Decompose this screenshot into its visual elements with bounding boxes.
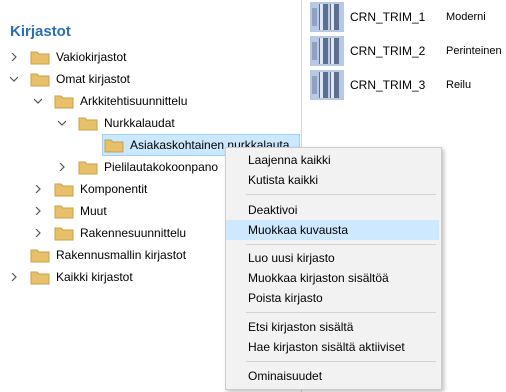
folder-icon [54, 183, 74, 197]
context-menu: Laajenna kaikki Kutista kaikki Deaktivoi… [225, 147, 442, 390]
folder-icon [104, 139, 124, 153]
column-profile-icon [310, 36, 344, 66]
chevron-right-icon[interactable] [8, 46, 20, 68]
menu-item-properties[interactable]: Ominaisuudet [226, 366, 439, 386]
tree-item-label: Komponentit [80, 182, 148, 196]
folder-icon [54, 95, 74, 109]
tree-item-label: Nurkkalaudat [104, 116, 175, 130]
chevron-down-icon[interactable] [8, 68, 20, 90]
menu-item-collapse-all[interactable]: Kutista kaikki [226, 170, 439, 190]
folder-icon [78, 161, 98, 175]
chevron-right-icon[interactable] [56, 156, 68, 178]
column-profile-icon [310, 70, 344, 100]
menu-item-new-library[interactable]: Luo uusi kirjasto [226, 248, 439, 268]
folder-icon [30, 271, 50, 285]
folder-icon [54, 227, 74, 241]
chevron-right-icon[interactable] [32, 200, 44, 222]
menu-item-label: Ominaisuudet [248, 369, 323, 383]
tree-item-nurkkalaudat[interactable]: Nurkkalaudat [56, 112, 298, 134]
chevron-down-icon[interactable] [56, 112, 68, 134]
tree-item-label: Vakiokirjastot [56, 50, 127, 64]
menu-item-label: Deaktivoi [248, 203, 298, 217]
tree-item-label: Kaikki kirjastot [56, 270, 133, 284]
tree-item-arkkitehtisuunnittelu[interactable]: Arkkitehtisuunnittelu [32, 90, 298, 112]
library-item-name: CRN_TRIM_1 [350, 10, 426, 24]
tree-item-label: Rakennesuunnittelu [80, 226, 187, 240]
tree-item-vakiokirjastot[interactable]: Vakiokirjastot [8, 46, 298, 68]
menu-item-label: Muokkaa kuvausta [248, 223, 349, 237]
library-item[interactable]: CRN_TRIM_2 Perinteinen [310, 36, 506, 66]
library-item[interactable]: CRN_TRIM_1 Moderni [310, 2, 506, 32]
menu-item-label: Poista kirjasto [248, 291, 323, 305]
menu-item-edit-library-contents[interactable]: Muokkaa kirjaston sisältöä [226, 268, 439, 288]
menu-item-label: Hae kirjaston sisältä aktiiviset [248, 340, 405, 354]
library-item[interactable]: CRN_TRIM_3 Reilu [310, 70, 506, 100]
tree-item-label: Rakennusmallin kirjastot [56, 248, 187, 262]
menu-item-label: Kutista kaikki [248, 173, 319, 187]
menu-item-label: Laajenna kaikki [248, 153, 331, 167]
folder-icon [30, 51, 50, 65]
tree-item-label: Arkkitehtisuunnittelu [80, 94, 188, 108]
menu-item-label: Muokkaa kirjaston sisältöä [248, 271, 389, 285]
chevron-right-icon[interactable] [32, 178, 44, 200]
folder-icon [54, 205, 74, 219]
menu-item-delete-library[interactable]: Poista kirjasto [226, 288, 439, 308]
library-item-name: CRN_TRIM_2 [350, 44, 426, 58]
menu-item-search-library[interactable]: Etsi kirjaston sisältä [226, 317, 439, 337]
menu-separator [246, 361, 436, 362]
tree-item-label: Pielilautakokoonpano [104, 160, 219, 174]
menu-item-deactivate[interactable]: Deaktivoi [226, 200, 439, 220]
folder-icon [78, 117, 98, 131]
folder-icon [30, 249, 50, 263]
menu-separator [246, 244, 436, 245]
column-profile-icon [310, 2, 344, 32]
chevron-down-icon[interactable] [32, 90, 44, 112]
menu-item-expand-all[interactable]: Laajenna kaikki [226, 150, 439, 170]
panel-title: Kirjastot [10, 23, 71, 40]
chevron-right-icon[interactable] [8, 266, 20, 288]
library-item-type: Moderni [446, 11, 486, 23]
tree-item-label: Omat kirjastot [56, 72, 131, 86]
library-item-name: CRN_TRIM_3 [350, 78, 426, 92]
chevron-right-icon[interactable] [32, 222, 44, 244]
menu-separator [246, 312, 436, 313]
tree-item-label: Muut [80, 204, 107, 218]
library-item-type: Reilu [446, 79, 472, 91]
library-item-type: Perinteinen [446, 45, 502, 57]
menu-item-label: Luo uusi kirjasto [248, 251, 335, 265]
menu-item-label: Etsi kirjaston sisältä [248, 320, 354, 334]
tree-item-omat-kirjastot[interactable]: Omat kirjastot [8, 68, 298, 90]
menu-item-search-active[interactable]: Hae kirjaston sisältä aktiiviset [226, 337, 439, 357]
menu-item-edit-description[interactable]: Muokkaa kuvausta [226, 220, 439, 240]
menu-separator [246, 194, 436, 195]
folder-icon [30, 73, 50, 87]
